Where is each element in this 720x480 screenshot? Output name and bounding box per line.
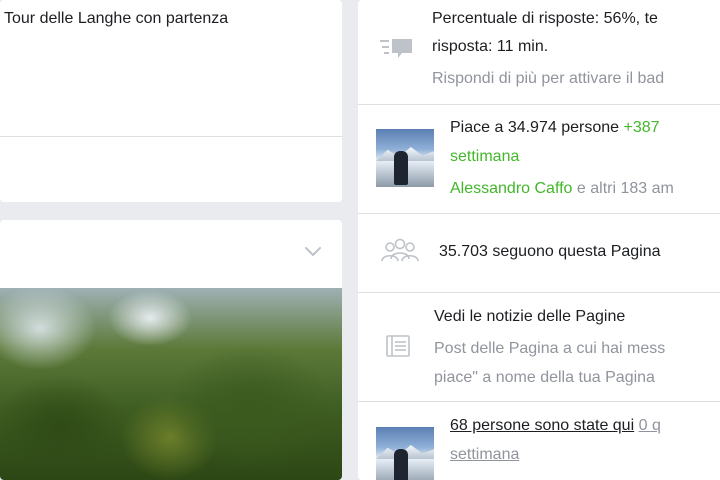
post-text: Tour delle Langhe con partenza: [4, 10, 229, 27]
pages-feed-desc-1: Post delle Pagina a cui hai mess: [434, 340, 666, 357]
friend-avatar[interactable]: [376, 129, 434, 187]
friends-others[interactable]: e altri 183 am: [577, 180, 674, 197]
likes-row: Piace a 34.974 persone +387 settimana Al…: [358, 105, 720, 213]
pages-feed-desc-2: piace" a nome della tua Pagina: [434, 369, 655, 386]
response-hint-text: Rispondi di più per attivare il bad: [432, 70, 665, 87]
response-rate-text: Percentuale di risposte: 56%, te: [432, 10, 658, 27]
pages-feed-row[interactable]: Vedi le notizie delle Pagine Post delle …: [358, 293, 720, 401]
friend-name-link[interactable]: Alessandro Caffo: [450, 180, 572, 197]
checkins-line: 68 persone sono state qui 0 q: [450, 415, 661, 437]
likes-count-text: Piace a 34.974 persone: [450, 119, 620, 136]
likes-week: settimana: [450, 148, 520, 165]
checkins-row: 68 persone sono state qui 0 q settimana: [358, 402, 720, 480]
checkin-avatar[interactable]: [376, 427, 434, 480]
followers-text: 35.703 seguono questa Pagina: [439, 243, 661, 260]
friends-like-line: Alessandro Caffo e altri 183 am: [450, 178, 674, 200]
post-divider: [0, 136, 342, 137]
chevron-down-icon[interactable]: [304, 244, 322, 262]
post-card: Tour delle Langhe con partenza: [0, 0, 342, 202]
page-about-card: Percentuale di risposte: 56%, te rispost…: [358, 0, 720, 480]
people-icon: [380, 238, 420, 269]
response-rate-row: Percentuale di risposte: 56%, te rispost…: [358, 0, 720, 104]
likes-line: Piace a 34.974 persone +387: [450, 117, 660, 139]
post-photo[interactable]: [0, 288, 342, 480]
chat-bubbles-icon: [380, 38, 414, 65]
post-card-photo: [0, 220, 342, 480]
checkins-week[interactable]: settimana: [450, 444, 519, 466]
newsfeed-icon: [386, 335, 410, 362]
likes-delta: +387: [623, 119, 660, 136]
pages-feed-title[interactable]: Vedi le notizie delle Pagine: [434, 306, 625, 328]
followers-row: 35.703 seguono questa Pagina: [358, 214, 720, 292]
checkins-suffix[interactable]: 0 q: [639, 417, 661, 434]
checkins-link[interactable]: 68 persone sono state qui: [450, 417, 634, 434]
response-time-text: risposta: 11 min.: [432, 38, 549, 55]
